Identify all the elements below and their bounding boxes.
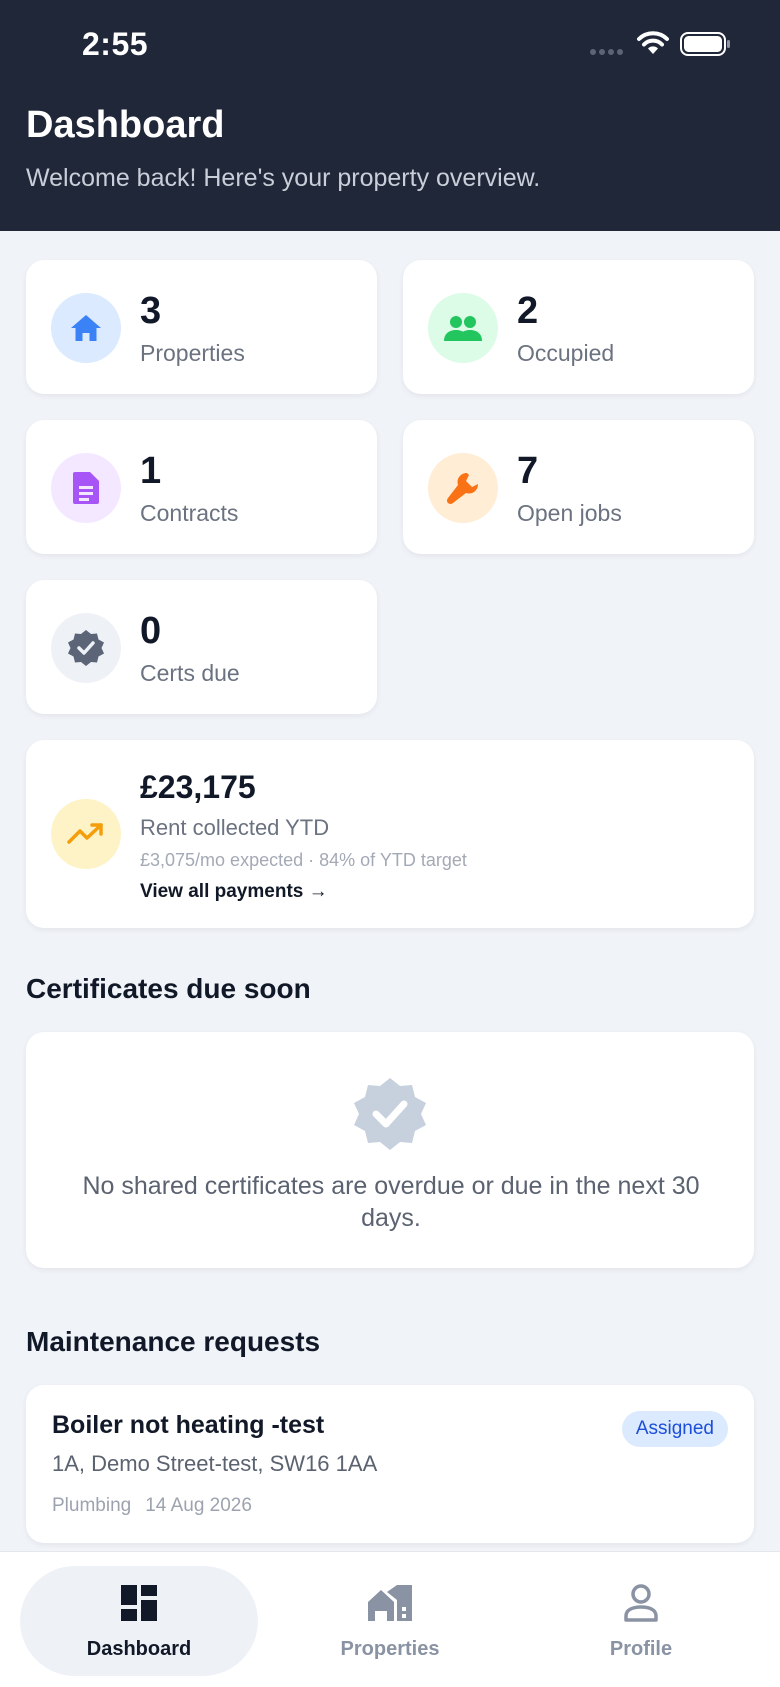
header: 2:55 Dashboard Welcome back! Here's your…: [0, 0, 780, 231]
job-address: 1A, Demo Street-test, SW16 1AA: [52, 1451, 378, 1476]
tab-dashboard[interactable]: Dashboard: [20, 1566, 258, 1676]
tab-properties[interactable]: Properties: [271, 1566, 509, 1676]
stat-card-properties[interactable]: 3 Properties: [26, 260, 377, 394]
stat-card-occupied[interactable]: 2 Occupied: [403, 260, 754, 394]
stat-card-certs-due[interactable]: 0 Certs due: [26, 580, 377, 714]
certificates-empty-text: No shared certificates are overdue or du…: [82, 1172, 700, 1232]
stat-value: 0: [140, 610, 162, 652]
tab-bar: Dashboard Properties Profile: [0, 1551, 780, 1687]
home-icon: [51, 293, 121, 363]
people-icon: [428, 293, 498, 363]
stat-value: 1: [140, 450, 162, 492]
wrench-icon: [428, 453, 498, 523]
page-title: Dashboard: [26, 104, 225, 146]
maintenance-request-card[interactable]: Boiler not heating -test 1A, Demo Street…: [26, 1385, 754, 1543]
cellular-signal-icon: [590, 49, 623, 55]
tab-label: Dashboard: [86, 1638, 192, 1660]
job-category: Plumbing: [52, 1495, 132, 1516]
profile-icon: [624, 1584, 658, 1622]
rent-card: £23,175 Rent collected YTD £3,075/mo exp…: [26, 740, 754, 928]
battery-icon: [680, 32, 730, 56]
stat-value: 7: [517, 450, 539, 492]
job-title: Boiler not heating -test: [52, 1411, 325, 1439]
tab-profile[interactable]: Profile: [522, 1566, 760, 1676]
job-date: 14 Aug 2026: [145, 1495, 252, 1516]
document-icon: [51, 453, 121, 523]
job-meta: Plumbing 14 Aug 2026: [52, 1495, 252, 1517]
stat-label: Certs due: [140, 660, 240, 686]
stat-card-contracts[interactable]: 1 Contracts: [26, 420, 377, 554]
view-all-payments-link[interactable]: View all payments →: [140, 881, 328, 903]
stat-label: Properties: [140, 340, 245, 366]
stat-value: 3: [140, 290, 162, 332]
rent-label: Rent collected YTD: [140, 815, 330, 840]
certificates-section-title: Certificates due soon: [26, 973, 311, 1004]
certificates-empty-card: No shared certificates are overdue or du…: [26, 1032, 754, 1268]
rent-value: £23,175: [140, 769, 256, 805]
status-badge: Assigned: [621, 1411, 728, 1447]
tab-label: Properties: [340, 1638, 440, 1660]
status-time: 2:55: [82, 26, 149, 62]
properties-icon: [368, 1585, 412, 1621]
stat-card-open-jobs[interactable]: 7 Open jobs: [403, 420, 754, 554]
stat-label: Occupied: [517, 340, 615, 366]
stat-label: Open jobs: [517, 500, 622, 526]
page-subtitle: Welcome back! Here's your property overv…: [26, 164, 541, 192]
wifi-icon: [637, 31, 669, 54]
verified-badge-icon: [51, 613, 121, 683]
stat-value: 2: [517, 290, 539, 332]
stat-label: Contracts: [140, 500, 239, 526]
maintenance-section-title: Maintenance requests: [26, 1326, 321, 1357]
tab-label: Profile: [609, 1638, 673, 1660]
trending-up-icon: [51, 799, 121, 869]
dashboard-icon: [121, 1585, 157, 1621]
verified-badge-icon: [354, 1078, 426, 1150]
rent-note: £3,075/mo expected · 84% of YTD target: [140, 850, 467, 870]
